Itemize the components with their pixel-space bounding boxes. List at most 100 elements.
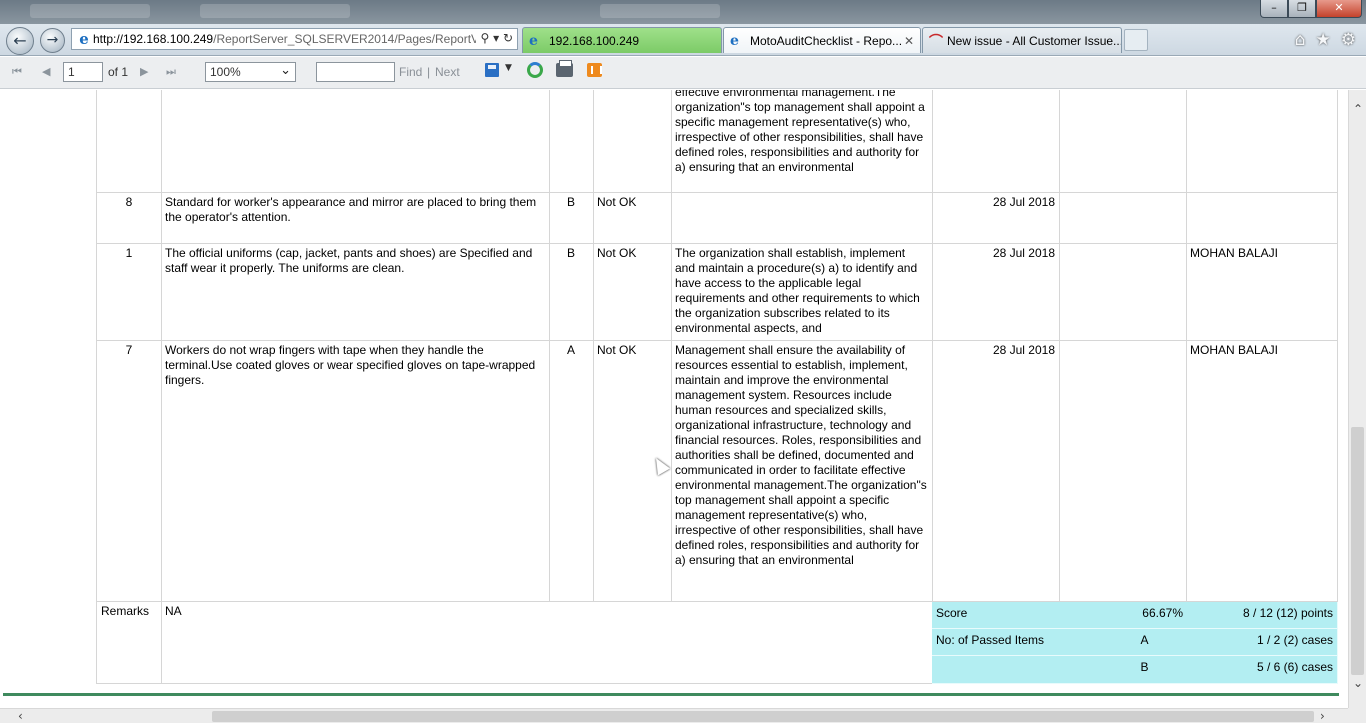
page-count-label: of 1 (108, 65, 129, 79)
minimize-button[interactable]: – (1260, 0, 1288, 18)
data-feed-icon[interactable] (587, 63, 602, 77)
find-next-link[interactable]: Next (435, 65, 460, 79)
horizontal-scroll-thumb[interactable] (212, 711, 1314, 722)
checklist-item: Workers do not wrap fingers with tape wh… (161, 341, 550, 602)
close-window-button[interactable]: ✕ (1316, 0, 1362, 18)
url-host: http://192.168.100.249 (93, 32, 214, 46)
scroll-left-icon[interactable]: ‹ (18, 709, 23, 723)
requirement-description: The organization shall establish, implem… (671, 244, 933, 341)
search-icon[interactable]: ⚲ (480, 31, 489, 45)
ie-page-icon: e (730, 32, 739, 49)
grade-b-cases: 5 / 6 (6) cases (1187, 656, 1338, 684)
item-status: Not OK (593, 244, 672, 341)
scroll-right-icon[interactable]: › (1320, 709, 1325, 723)
toolbar-separator: | (427, 65, 431, 79)
background-window-ghost (200, 4, 350, 18)
remarks-label: Remarks (96, 602, 162, 684)
table-cell (1059, 341, 1187, 602)
address-bar[interactable]: e http://192.168.100.249/ReportServer_SQ… (71, 28, 518, 50)
dropdown-icon[interactable]: ▾ (493, 31, 499, 45)
back-arrow-icon: ← (13, 31, 27, 50)
grade-a-label: A (1102, 629, 1188, 656)
passed-items-label: No: of Passed Items (932, 629, 1103, 656)
new-tab-button[interactable] (1124, 29, 1148, 51)
item-number: 8 (96, 193, 162, 244)
table-cell (1059, 90, 1187, 193)
find-link[interactable]: Find (399, 65, 422, 79)
next-page-icon[interactable]: ▶ (140, 65, 148, 78)
table-cell (96, 90, 162, 193)
tab-new-issue[interactable]: ⌒ New issue - All Customer Issue... (922, 27, 1122, 53)
summary-cell (932, 656, 1103, 684)
item-number: 7 (96, 341, 162, 602)
table-cell (1059, 244, 1187, 341)
item-grade: B (549, 193, 594, 244)
item-grade: B (549, 244, 594, 341)
back-button[interactable]: ← (6, 27, 34, 55)
last-page-icon[interactable]: ⏭ (166, 65, 176, 79)
first-page-icon[interactable]: ⏮ (12, 65, 22, 79)
favorites-star-icon[interactable]: ★ (1316, 30, 1331, 50)
tab-label: MotoAuditChecklist - Repo... (750, 33, 903, 48)
item-number: 1 (96, 244, 162, 341)
browser-nav-bar: ← → e http://192.168.100.249/ReportServe… (0, 24, 1366, 56)
scroll-up-icon[interactable]: ⌃ (1352, 102, 1364, 116)
window-title-bar: – ❐ ✕ (0, 0, 1366, 24)
requirement-description: effective environmental management.The o… (671, 90, 933, 193)
responsible-person (1186, 193, 1338, 244)
tab-moto-audit-checklist[interactable]: e MotoAuditChecklist - Repo... ✕ (723, 27, 921, 53)
requirement-description: Management shall ensure the availability… (671, 341, 933, 602)
window-controls: – ❐ ✕ (1260, 0, 1362, 18)
url-path: /ReportServer_SQLSERVER2014/Pages/Report… (213, 32, 489, 46)
home-icon[interactable]: ⌂ (1295, 30, 1306, 50)
background-window-ghost (30, 4, 150, 18)
export-dropdown-icon[interactable]: ▼ (505, 63, 512, 73)
table-cell (593, 90, 672, 193)
remarks-value: NA (161, 602, 933, 684)
scroll-down-icon[interactable]: ⌄ (1352, 676, 1364, 690)
report-toolbar: ⏮ ◀ 1 of 1 ▶ ⏭ 100% ⌄ Find | Next ▼ (0, 57, 1366, 89)
table-cell (1186, 90, 1338, 193)
checklist-item: The official uniforms (cap, jacket, pant… (161, 244, 550, 341)
requirement-description (671, 193, 933, 244)
zoom-select[interactable]: 100% ⌄ (205, 62, 296, 82)
background-window-ghost (600, 4, 720, 18)
horizontal-scrollbar[interactable]: ‹ › (0, 708, 1348, 723)
item-grade: A (549, 341, 594, 602)
table-cell (932, 90, 1060, 193)
forward-button[interactable]: → (40, 28, 65, 53)
refresh-report-icon[interactable] (527, 62, 543, 78)
previous-page-icon[interactable]: ◀ (42, 65, 50, 78)
tab-192-168-100-249[interactable]: e 192.168.100.249 (522, 27, 722, 53)
checklist-item: Standard for worker's appearance and mir… (161, 193, 550, 244)
export-save-icon[interactable] (485, 63, 499, 77)
print-icon[interactable] (556, 60, 573, 77)
responsible-person: MOHAN BALAJI (1186, 244, 1338, 341)
vertical-scroll-thumb[interactable] (1351, 427, 1364, 675)
tab-close-icon[interactable]: ✕ (904, 34, 914, 48)
find-text-input[interactable] (316, 62, 395, 82)
ie-page-icon: e (529, 32, 538, 49)
report-footer-divider (3, 693, 1339, 696)
vertical-scrollbar[interactable]: ⌃ ⌄ (1348, 90, 1366, 708)
gear-icon[interactable]: ⚙ (1341, 30, 1356, 50)
table-cell (549, 90, 594, 193)
page-number-input[interactable]: 1 (63, 62, 103, 82)
audit-date: 28 Jul 2018 (932, 341, 1060, 602)
table-cell (1059, 193, 1187, 244)
ie-page-icon: e (79, 30, 89, 48)
forward-arrow-icon: → (46, 32, 59, 48)
tab-label: New issue - All Customer Issue... (947, 33, 1122, 48)
report-body[interactable]: effective environmental management.The o… (0, 90, 1348, 708)
refresh-icon[interactable]: ↻ (503, 31, 513, 45)
grade-b-label: B (1102, 656, 1188, 684)
score-percentage: 66.67% (1102, 602, 1188, 629)
item-status: Not OK (593, 193, 672, 244)
audit-date: 28 Jul 2018 (932, 193, 1060, 244)
chevron-down-icon: ⌄ (280, 63, 291, 78)
maximize-button[interactable]: ❐ (1288, 0, 1316, 18)
audit-date: 28 Jul 2018 (932, 244, 1060, 341)
responsible-person: MOHAN BALAJI (1186, 341, 1338, 602)
score-points: 8 / 12 (12) points (1187, 602, 1338, 629)
tab-label: 192.168.100.249 (549, 33, 640, 48)
